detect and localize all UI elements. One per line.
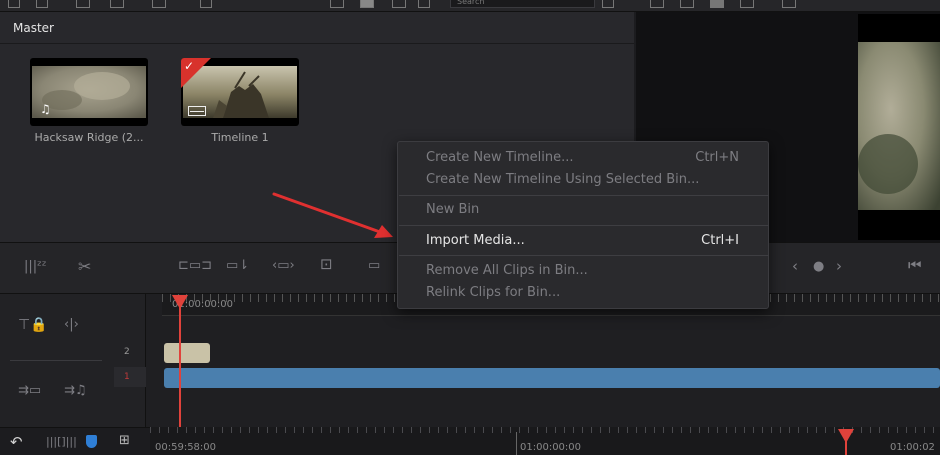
- next-frame-icon[interactable]: ›: [836, 259, 842, 274]
- sort-desc-icon[interactable]: [110, 0, 124, 8]
- search-options-icon[interactable]: [602, 0, 614, 8]
- video-track-destination-icon[interactable]: ⇉▭: [18, 384, 41, 397]
- ruler-timecode: 01:00:02: [890, 442, 935, 453]
- bin-label: Master: [13, 21, 54, 35]
- flag-marker-icon[interactable]: [86, 435, 97, 448]
- menu-separator: [399, 255, 769, 256]
- top-toolbar: Search: [0, 0, 940, 12]
- viewer-mode-icon[interactable]: [650, 0, 664, 8]
- viewer-layout-icon[interactable]: [680, 0, 694, 8]
- menu-item-remove-all-clips[interactable]: Remove All Clips in Bin...: [399, 260, 769, 282]
- menu-item-create-timeline-selected-bin[interactable]: Create New Timeline Using Selected Bin..…: [399, 169, 769, 191]
- menu-item-new-bin[interactable]: New Bin: [399, 199, 769, 221]
- music-note-icon: ♫: [40, 102, 51, 116]
- jump-to-start-icon[interactable]: ⏮: [908, 258, 922, 273]
- menu-item-import-media[interactable]: Import Media... Ctrl+I: [399, 230, 769, 252]
- sync-icon[interactable]: [152, 0, 166, 8]
- timeline-icon: [188, 106, 206, 116]
- track-number: 2: [124, 347, 130, 357]
- ruler-timecode: 00:59:58:00: [155, 442, 217, 453]
- prev-frame-icon[interactable]: ‹: [792, 259, 798, 274]
- dropdown-icon[interactable]: [36, 0, 48, 8]
- timeline-clip-v2[interactable]: [164, 343, 210, 363]
- ruler-major-tick: [516, 432, 517, 455]
- snapping-icon[interactable]: ↶: [10, 435, 23, 450]
- place-on-top-icon[interactable]: ▭: [368, 259, 380, 272]
- playhead-handle[interactable]: [172, 295, 188, 309]
- snooze-icon[interactable]: |||ᶻᶻ: [24, 260, 47, 273]
- viewer-single-icon[interactable]: [740, 0, 754, 8]
- jog-dot-icon[interactable]: ●: [813, 260, 824, 273]
- menu-separator: [399, 195, 769, 196]
- viewer-dual-icon[interactable]: [710, 0, 724, 8]
- list-view-icon[interactable]: [8, 0, 20, 8]
- ruler-timecode: 01:00:00:00: [520, 442, 582, 453]
- fit-to-fill-icon[interactable]: ⊡: [320, 257, 333, 272]
- track-header-divider: [10, 360, 102, 361]
- annotation-arrow-icon: [272, 192, 393, 238]
- replace-clip-icon[interactable]: ‹▭›: [272, 259, 295, 272]
- list-view-alt-icon[interactable]: [392, 0, 406, 8]
- timeline-thumbnail[interactable]: ✓: [181, 58, 299, 126]
- clip-name[interactable]: Hacksaw Ridge (2...: [19, 131, 159, 144]
- link-selection-icon[interactable]: ‹|›: [64, 318, 79, 331]
- close-icon[interactable]: [200, 0, 212, 8]
- thumbnail-view-icon[interactable]: [360, 0, 374, 8]
- mini-playhead-line: [845, 440, 847, 455]
- scissors-icon[interactable]: ✂: [78, 259, 91, 275]
- resolve-window: Search Master ♫ Hacksaw Ridge (2... ✓ Ti…: [0, 0, 940, 455]
- menu-item-create-new-timeline[interactable]: Create New Timeline... Ctrl+N: [399, 147, 769, 169]
- bin-header: [0, 12, 634, 44]
- context-menu: Create New Timeline... Ctrl+N Create New…: [397, 141, 769, 309]
- metadata-view-icon[interactable]: [330, 0, 344, 8]
- playhead-line[interactable]: [179, 300, 181, 427]
- checkmark-icon: ✓: [184, 59, 195, 73]
- overwrite-clip-icon[interactable]: ▭⇂: [226, 259, 249, 272]
- clip-thumbnail[interactable]: ♫: [30, 58, 148, 126]
- add-track-icon[interactable]: ⊞: [119, 434, 130, 447]
- timeline-clip-v1[interactable]: [164, 368, 940, 388]
- track-number: 1: [124, 372, 130, 382]
- lock-track-icon[interactable]: ⊤🔒: [18, 318, 48, 332]
- insert-clip-icon[interactable]: ⊏▭⊐: [178, 259, 212, 272]
- audio-scrub-icon[interactable]: |||[]|||: [46, 436, 77, 447]
- viewer-frame: [858, 14, 940, 240]
- track-1-selector[interactable]: [114, 367, 146, 387]
- timeline-name[interactable]: Timeline 1: [170, 131, 310, 144]
- strip-view-icon[interactable]: [418, 0, 430, 8]
- audio-track-destination-icon[interactable]: ⇉♫: [64, 384, 87, 397]
- menu-separator: [399, 225, 769, 226]
- search-input[interactable]: Search: [450, 0, 595, 8]
- sort-icon[interactable]: [76, 0, 90, 8]
- viewer-options-icon[interactable]: [782, 0, 796, 8]
- menu-item-relink-clips[interactable]: Relink Clips for Bin...: [399, 282, 769, 304]
